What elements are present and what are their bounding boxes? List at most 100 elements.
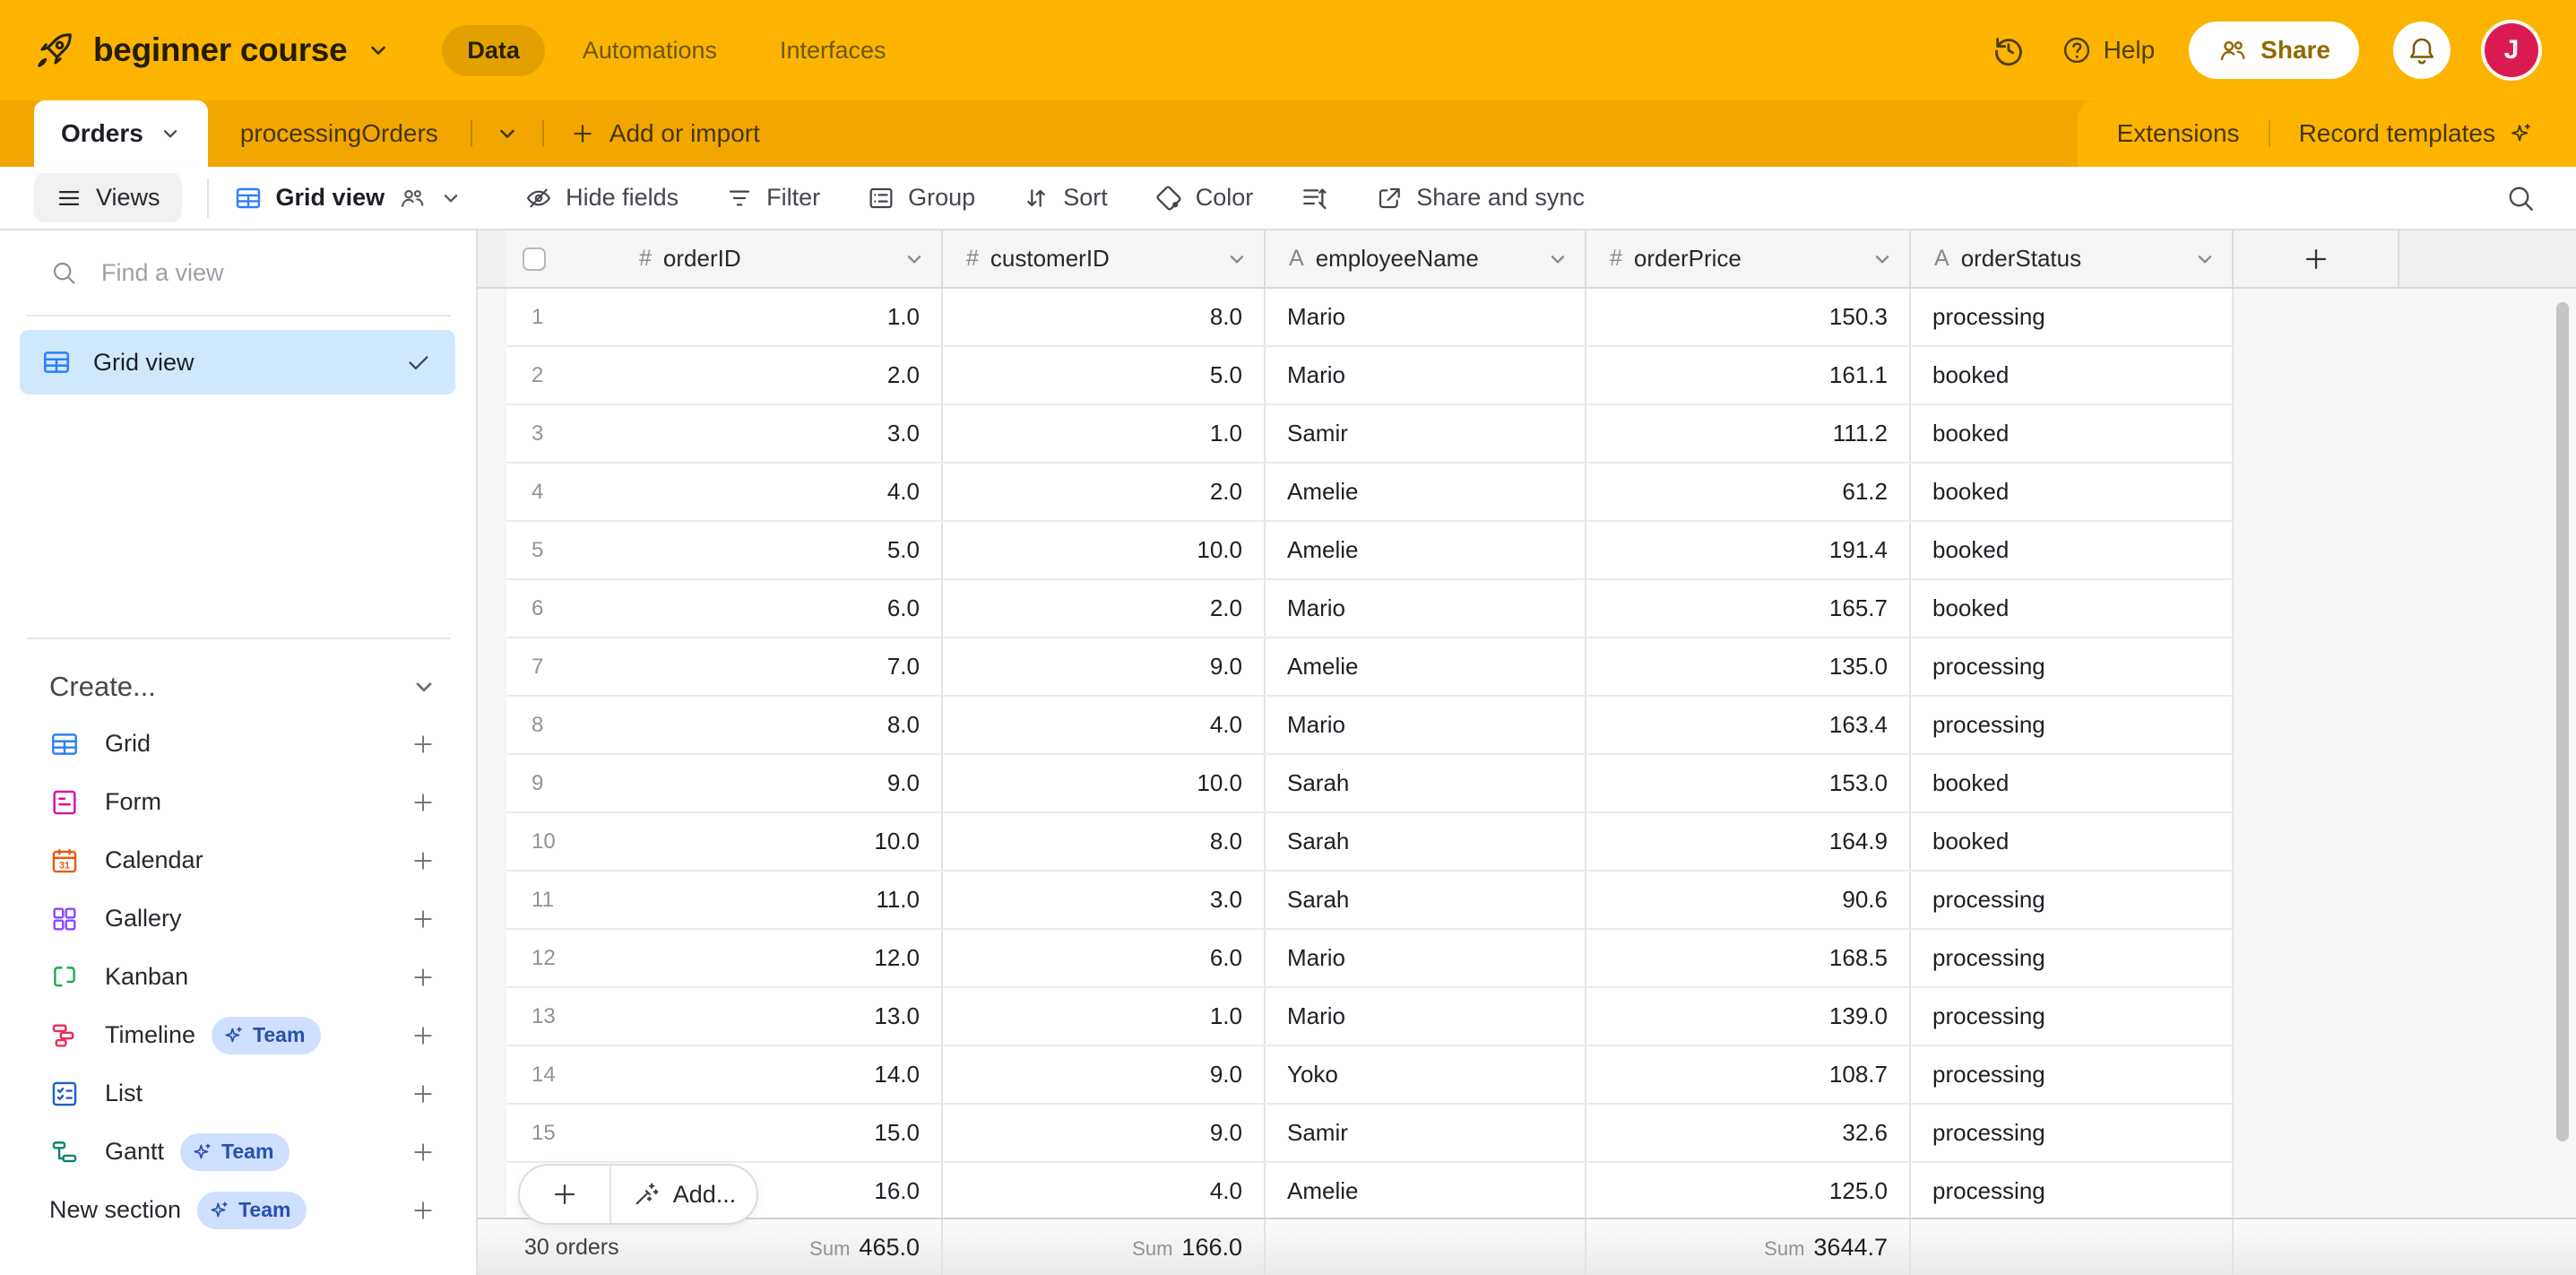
cell-employeename[interactable]: Mario <box>1266 289 1586 345</box>
cell-orderstatus[interactable]: booked <box>1911 347 2234 403</box>
cell-customerid[interactable]: 8.0 <box>943 289 1266 345</box>
select-all-checkbox[interactable] <box>523 247 546 271</box>
chevron-down-icon[interactable] <box>2182 248 2216 270</box>
cell-orderprice[interactable]: 111.2 <box>1586 405 1911 462</box>
add-view-plus-button[interactable] <box>410 1197 437 1224</box>
cell-orderid[interactable]: 1.0 <box>605 289 943 345</box>
cell-orderid[interactable]: 13.0 <box>605 988 943 1045</box>
add-view-plus-button[interactable] <box>410 1022 437 1049</box>
chevron-down-icon[interactable] <box>440 187 462 209</box>
cell-orderstatus[interactable]: booked <box>1911 405 2234 462</box>
cell-orderprice[interactable]: 163.4 <box>1586 697 1911 753</box>
cell-employeename[interactable]: Mario <box>1266 697 1586 753</box>
cell-orderstatus[interactable]: booked <box>1911 755 2234 811</box>
cell-orderid[interactable]: 8.0 <box>605 697 943 753</box>
tab-processingorders[interactable]: processingOrders <box>208 119 471 148</box>
add-view-plus-button[interactable] <box>410 964 437 991</box>
add-view-plus-button[interactable] <box>410 789 437 816</box>
add-view-plus-button[interactable] <box>410 1139 437 1166</box>
cell-orderprice[interactable]: 135.0 <box>1586 638 1911 695</box>
tab-automations[interactable]: Automations <box>558 25 742 76</box>
chevron-down-icon[interactable] <box>411 674 437 699</box>
find-view-input[interactable] <box>101 259 424 287</box>
sum-customerid[interactable]: Sum 166.0 <box>1132 1234 1242 1262</box>
tab-interfaces[interactable]: Interfaces <box>755 25 912 76</box>
cell-orderid[interactable]: 5.0 <box>605 522 943 578</box>
cell-orderid[interactable]: 2.0 <box>605 347 943 403</box>
summary-employeename[interactable] <box>1266 1219 1586 1275</box>
chevron-down-icon[interactable] <box>1214 248 1248 270</box>
cell-orderid[interactable]: 7.0 <box>605 638 943 695</box>
column-header-orderprice[interactable]: #orderPrice <box>1586 230 1911 287</box>
extensions-button[interactable]: Extensions <box>2117 119 2240 148</box>
chevron-down-icon[interactable] <box>160 123 181 144</box>
cell-customerid[interactable]: 2.0 <box>943 580 1266 637</box>
cell-customerid[interactable]: 9.0 <box>943 638 1266 695</box>
summary-orderstatus[interactable] <box>1911 1219 2234 1275</box>
cell-employeename[interactable]: Amelie <box>1266 522 1586 578</box>
cell-employeename[interactable]: Mario <box>1266 988 1586 1045</box>
row-height-button[interactable] <box>1300 184 1328 212</box>
chevron-down-icon[interactable] <box>1534 248 1569 270</box>
cell-orderprice[interactable]: 150.3 <box>1586 289 1911 345</box>
cell-employeename[interactable]: Amelie <box>1266 464 1586 520</box>
cell-orderprice[interactable]: 90.6 <box>1586 872 1911 928</box>
cell-orderprice[interactable]: 108.7 <box>1586 1046 1911 1103</box>
cell-orderprice[interactable]: 153.0 <box>1586 755 1911 811</box>
cell-customerid[interactable]: 6.0 <box>943 930 1266 986</box>
avatar[interactable]: J <box>2485 23 2538 77</box>
cell-orderstatus[interactable]: booked <box>1911 522 2234 578</box>
cell-customerid[interactable]: 9.0 <box>943 1105 1266 1161</box>
cell-employeename[interactable]: Samir <box>1266 1105 1586 1161</box>
tab-data[interactable]: Data <box>442 25 545 76</box>
sidebar-item-grid-view[interactable]: Grid view <box>20 330 455 395</box>
cell-orderprice[interactable]: 165.7 <box>1586 580 1911 637</box>
cell-orderstatus[interactable]: processing <box>1911 1163 2234 1219</box>
column-header-customerid[interactable]: #customerID <box>943 230 1266 287</box>
cell-orderstatus[interactable]: processing <box>1911 289 2234 345</box>
cell-orderid[interactable]: 3.0 <box>605 405 943 462</box>
add-view-plus-button[interactable] <box>410 906 437 932</box>
cell-customerid[interactable]: 9.0 <box>943 1046 1266 1103</box>
create-item-form[interactable]: Form <box>0 773 476 831</box>
cell-customerid[interactable]: 10.0 <box>943 755 1266 811</box>
sum-orderprice[interactable]: Sum 3644.7 <box>1764 1234 1888 1262</box>
tab-orders[interactable]: Orders <box>34 100 208 167</box>
sum-orderid[interactable]: Sum 465.0 <box>809 1234 920 1262</box>
cell-orderprice[interactable]: 191.4 <box>1586 522 1911 578</box>
share-button[interactable]: Share <box>2189 22 2359 79</box>
cell-orderstatus[interactable]: booked <box>1911 580 2234 637</box>
cell-customerid[interactable]: 2.0 <box>943 464 1266 520</box>
history-icon[interactable] <box>1991 32 2027 68</box>
create-item-grid[interactable]: Grid <box>0 715 476 773</box>
search-icon[interactable] <box>2504 182 2537 214</box>
cell-customerid[interactable]: 1.0 <box>943 988 1266 1045</box>
hide-fields-button[interactable]: Hide fields <box>524 184 679 212</box>
cell-customerid[interactable]: 5.0 <box>943 347 1266 403</box>
cell-orderprice[interactable]: 61.2 <box>1586 464 1911 520</box>
cell-employeename[interactable]: Sarah <box>1266 755 1586 811</box>
add-record-button[interactable] <box>520 1166 611 1223</box>
cell-orderstatus[interactable]: processing <box>1911 638 2234 695</box>
cell-orderstatus[interactable]: processing <box>1911 1105 2234 1161</box>
cell-orderstatus[interactable]: booked <box>1911 813 2234 870</box>
cell-orderid[interactable]: 10.0 <box>605 813 943 870</box>
add-view-plus-button[interactable] <box>410 1080 437 1107</box>
create-item-list[interactable]: List <box>0 1064 476 1123</box>
create-item-calendar[interactable]: 31Calendar <box>0 831 476 889</box>
column-header-orderid[interactable]: #orderID <box>605 230 943 287</box>
cell-orderid[interactable]: 15.0 <box>605 1105 943 1161</box>
cell-customerid[interactable]: 8.0 <box>943 813 1266 870</box>
cell-orderid[interactable]: 4.0 <box>605 464 943 520</box>
notifications-button[interactable] <box>2393 22 2451 79</box>
cell-orderprice[interactable]: 164.9 <box>1586 813 1911 870</box>
cell-orderid[interactable]: 12.0 <box>605 930 943 986</box>
chevron-down-icon[interactable] <box>367 39 390 62</box>
cell-orderprice[interactable]: 32.6 <box>1586 1105 1911 1161</box>
cell-orderstatus[interactable]: booked <box>1911 464 2234 520</box>
group-button[interactable]: Group <box>867 184 975 212</box>
cell-customerid[interactable]: 1.0 <box>943 405 1266 462</box>
cell-customerid[interactable]: 4.0 <box>943 1163 1266 1219</box>
create-section-header[interactable]: Create... <box>0 659 476 715</box>
vertical-scrollbar[interactable] <box>2556 302 2569 1141</box>
